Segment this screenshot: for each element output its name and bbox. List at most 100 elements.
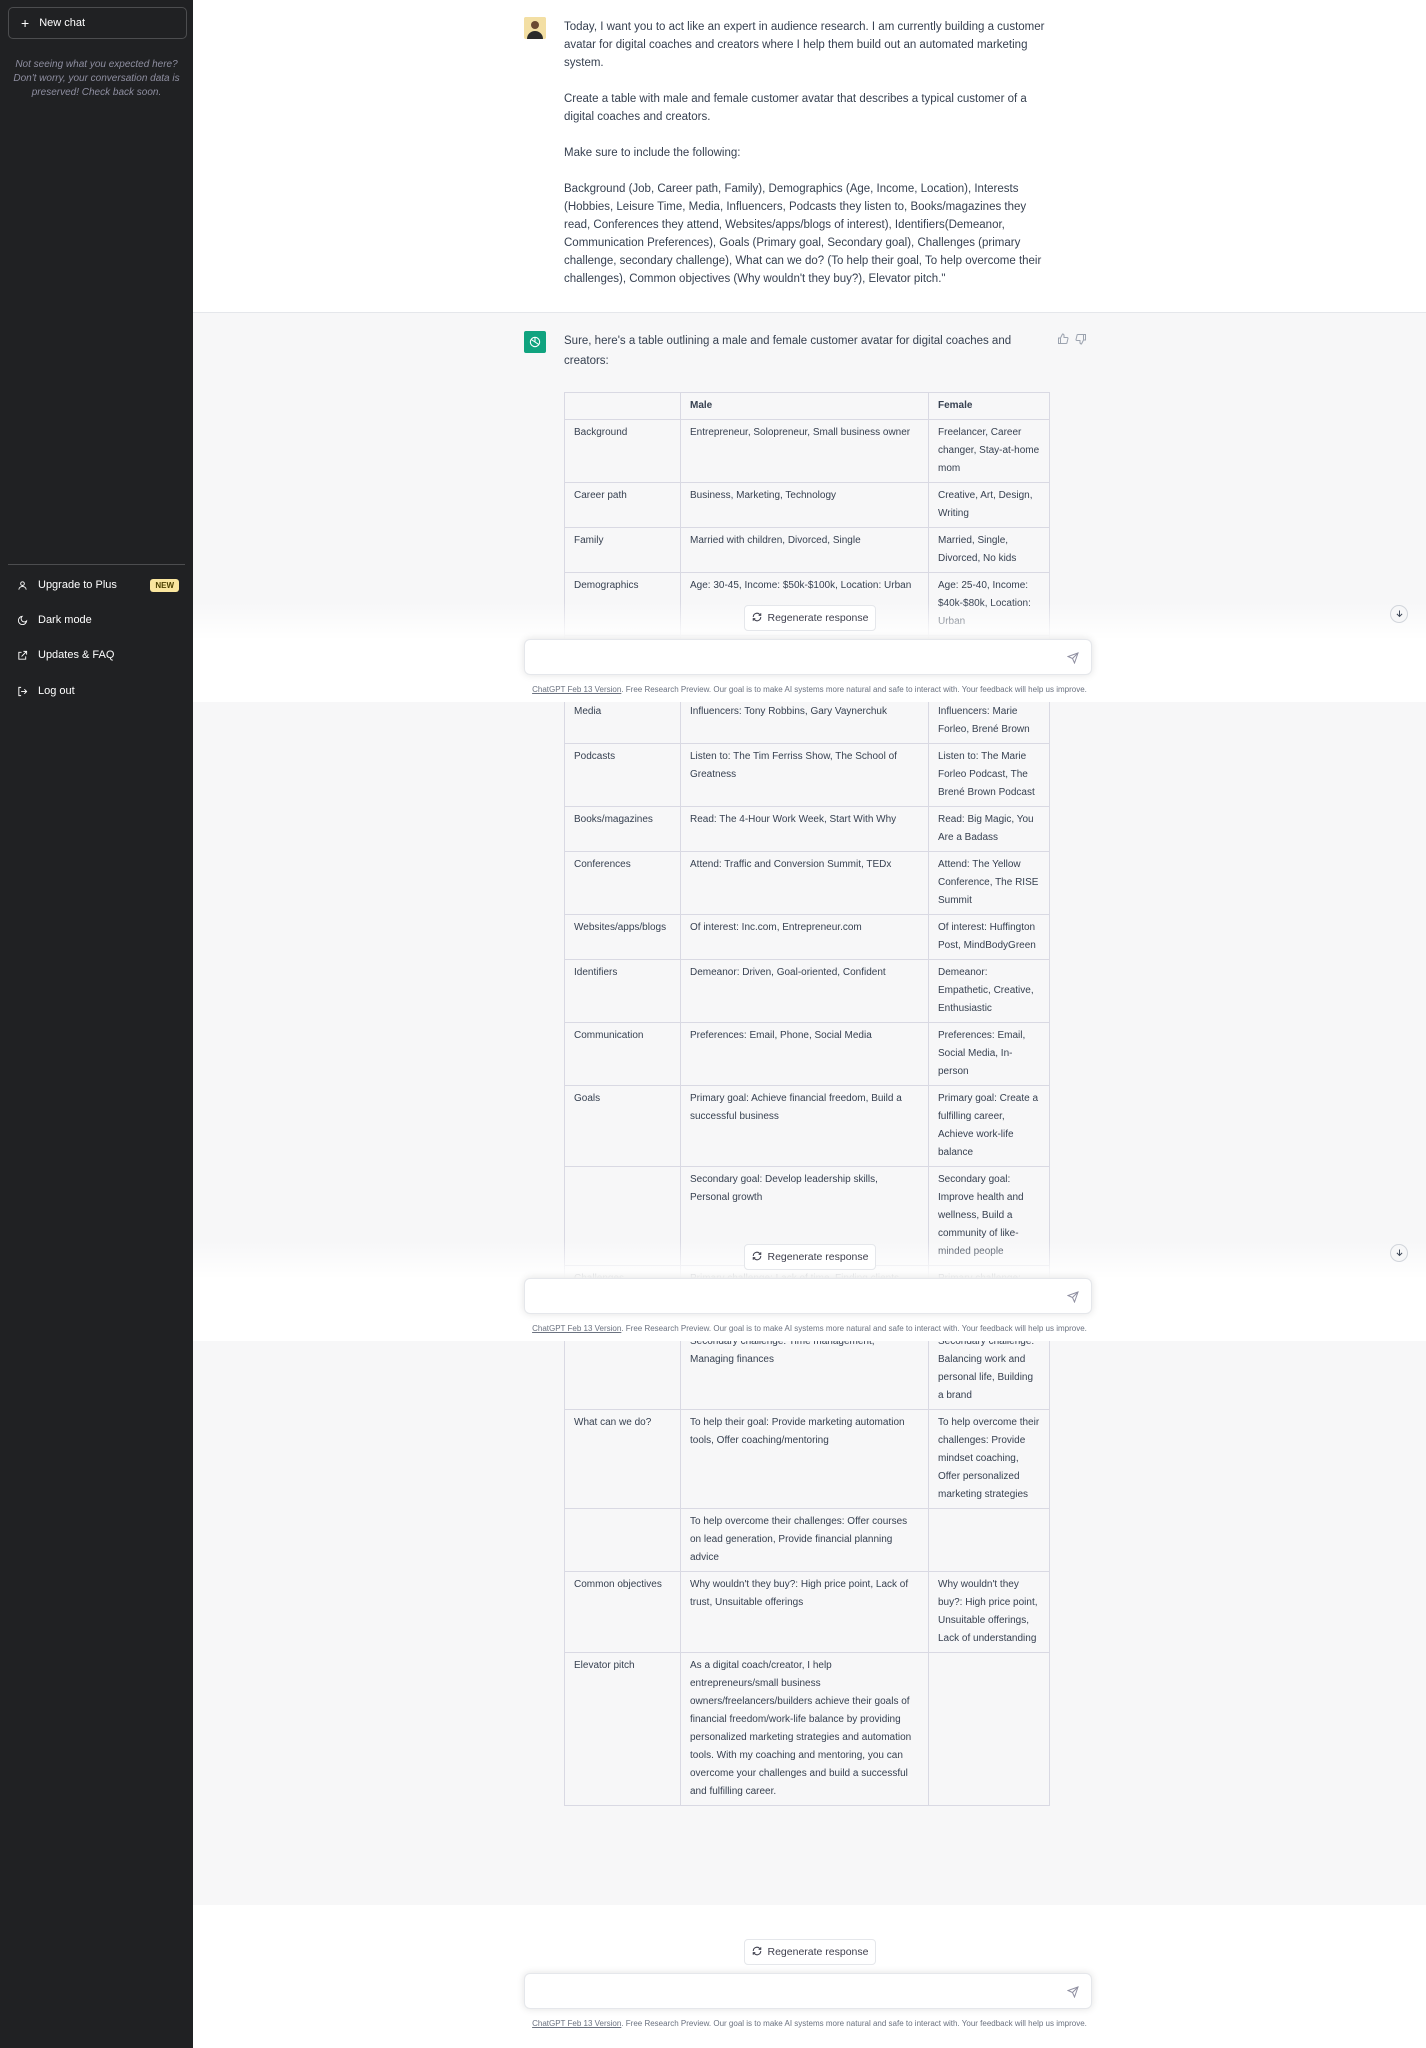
row-label-cell: [564, 1508, 681, 1572]
sidebar-item-label: Dark mode: [38, 614, 92, 626]
send-icon[interactable]: [1066, 1290, 1079, 1308]
row-label-cell: Elevator pitch: [564, 1652, 681, 1806]
row-label-cell: Conferences: [564, 851, 681, 915]
footer-text: . Free Research Preview. Our goal is to …: [621, 685, 1087, 694]
female-cell: [928, 1652, 1050, 1806]
female-cell: Read: Big Magic, You Are a Badass: [928, 806, 1050, 852]
male-cell: As a digital coach/creator, I help entre…: [680, 1652, 929, 1806]
female-cell: Influencers: Marie Forleo, Brené Brown: [928, 698, 1050, 744]
thumbs-up-icon[interactable]: [1057, 332, 1069, 350]
male-cell: Read: The 4-Hour Work Week, Start With W…: [680, 806, 929, 852]
female-cell: Primary goal: Create a fulfilling career…: [928, 1085, 1050, 1167]
sidebar-item-updates-faq[interactable]: Updates & FAQ: [8, 640, 185, 670]
footer-disclaimer: ChatGPT Feb 13 Version. Free Research Pr…: [193, 1324, 1426, 1333]
table-row: Goals Primary goal: Achieve financial fre…: [564, 1085, 1050, 1167]
female-cell: [928, 1508, 1050, 1572]
female-cell: Attend: The Yellow Conference, The RISE …: [928, 851, 1050, 915]
table-row: Media Influencers: Tony Robbins, Gary Vay…: [564, 698, 1050, 744]
sidebar-item-label: Log out: [38, 685, 75, 697]
feedback-buttons: [1057, 332, 1087, 350]
sidebar-item-log-out[interactable]: Log out: [8, 676, 185, 706]
refresh-icon: [752, 1251, 762, 1264]
row-label-cell: Identifiers: [564, 959, 681, 1023]
table-row: Elevator pitch As a digital coach/creator…: [564, 1652, 1050, 1806]
sidebar-item-dark-mode[interactable]: Dark mode: [8, 605, 185, 635]
row-label-cell: Family: [564, 527, 681, 573]
scroll-down-button[interactable]: [1390, 1244, 1408, 1262]
table-row: Background Entrepreneur, Solopreneur, Sma…: [564, 419, 1050, 483]
male-cell: Preferences: Email, Phone, Social Media: [680, 1022, 929, 1086]
female-cell: To help overcome their challenges: Provi…: [928, 1409, 1050, 1509]
footer-disclaimer: ChatGPT Feb 13 Version. Free Research Pr…: [193, 685, 1426, 694]
female-cell: Why wouldn't they buy?: High price point…: [928, 1571, 1050, 1653]
arrow-down-icon: [1395, 1244, 1404, 1262]
empty-history-note: Not seeing what you expected here? Don't…: [13, 59, 180, 98]
user-paragraph: Make sure to include the following:: [564, 147, 741, 159]
table-row: Podcasts Listen to: The Tim Ferriss Show,…: [564, 743, 1050, 807]
row-label-cell: Websites/apps/blogs: [564, 914, 681, 960]
assistant-message: Sure, here's a table outlining a male an…: [193, 313, 1426, 1905]
user-paragraph: Today, I want you to act like an expert …: [564, 21, 1045, 69]
female-cell: Creative, Art, Design, Writing: [928, 482, 1050, 528]
table-row: Websites/apps/blogs Of interest: Inc.com,…: [564, 914, 1050, 960]
sidebar: + New chat Not seeing what you expected …: [0, 0, 193, 2048]
female-cell: Freelancer, Career changer, Stay-at-home…: [928, 419, 1050, 483]
sidebar-item-label: Upgrade to Plus: [38, 579, 117, 591]
female-cell: Of interest: Huffington Post, MindBodyGr…: [928, 914, 1050, 960]
row-label-cell: Media: [564, 698, 681, 744]
female-cell: Married, Single, Divorced, No kids: [928, 527, 1050, 573]
sidebar-divider: [8, 564, 185, 565]
conversation-area: Today, I want you to act like an expert …: [193, 0, 1426, 2048]
message-input[interactable]: [524, 639, 1092, 675]
male-cell: Married with children, Divorced, Single: [680, 527, 929, 573]
user-icon: [16, 579, 28, 591]
regenerate-response-button[interactable]: Regenerate response: [744, 1244, 876, 1270]
table-header-cell: [564, 392, 681, 420]
row-label-cell: Communication: [564, 1022, 681, 1086]
version-link[interactable]: ChatGPT Feb 13 Version: [532, 1324, 621, 1333]
user-paragraph: Background (Job, Career path, Family), D…: [564, 183, 1042, 285]
male-cell: Influencers: Tony Robbins, Gary Vaynerch…: [680, 698, 929, 744]
table-header-cell: Male: [680, 392, 929, 420]
thumbs-down-icon[interactable]: [1075, 332, 1087, 350]
new-chat-button[interactable]: + New chat: [8, 7, 187, 39]
table-row: What can we do? To help their goal: Provi…: [564, 1409, 1050, 1509]
row-label-cell: Podcasts: [564, 743, 681, 807]
send-icon[interactable]: [1066, 651, 1079, 669]
version-link[interactable]: ChatGPT Feb 13 Version: [532, 2019, 621, 2028]
footer-text: . Free Research Preview. Our goal is to …: [621, 1324, 1087, 1333]
assistant-intro-text: Sure, here's a table outlining a male an…: [564, 335, 1012, 367]
male-cell: Entrepreneur, Solopreneur, Small busines…: [680, 419, 929, 483]
logout-icon: [16, 685, 28, 697]
regenerate-response-button[interactable]: Regenerate response: [744, 605, 876, 631]
regenerate-response-button[interactable]: Regenerate response: [744, 1939, 876, 1965]
send-icon[interactable]: [1066, 1985, 1079, 2003]
male-cell: Attend: Traffic and Conversion Summit, T…: [680, 851, 929, 915]
table-row: Family Married with children, Divorced, S…: [564, 527, 1050, 573]
male-cell: Primary goal: Achieve financial freedom,…: [680, 1085, 929, 1167]
table-row: Communication Preferences: Email, Phone, …: [564, 1022, 1050, 1086]
moon-icon: [16, 614, 28, 626]
chatgpt-logo-icon: [524, 331, 546, 353]
footer-disclaimer: ChatGPT Feb 13 Version. Free Research Pr…: [193, 2019, 1426, 2028]
scroll-down-button[interactable]: [1390, 605, 1408, 623]
male-cell: Why wouldn't they buy?: High price point…: [680, 1571, 929, 1653]
female-cell: Preferences: Email, Social Media, In-per…: [928, 1022, 1050, 1086]
table-row: To help overcome their challenges: Offer…: [564, 1508, 1050, 1572]
message-input[interactable]: [524, 1973, 1092, 2009]
version-link[interactable]: ChatGPT Feb 13 Version: [532, 685, 621, 694]
row-label-cell: Goals: [564, 1085, 681, 1167]
message-input[interactable]: [524, 1278, 1092, 1314]
sidebar-item-upgrade[interactable]: Upgrade to Plus NEW: [8, 570, 185, 600]
sidebar-item-label: Updates & FAQ: [38, 649, 115, 661]
external-link-icon: [16, 649, 28, 661]
male-cell: Of interest: Inc.com, Entrepreneur.com: [680, 914, 929, 960]
footer-text: . Free Research Preview. Our goal is to …: [621, 2019, 1087, 2028]
regenerate-label: Regenerate response: [767, 1946, 869, 1958]
male-cell: Business, Marketing, Technology: [680, 482, 929, 528]
table-header-row: Male Female: [564, 392, 1050, 420]
row-label-cell: Career path: [564, 482, 681, 528]
new-badge: NEW: [150, 578, 179, 592]
regenerate-label: Regenerate response: [767, 1251, 869, 1263]
user-paragraph: Create a table with male and female cust…: [564, 93, 1027, 123]
